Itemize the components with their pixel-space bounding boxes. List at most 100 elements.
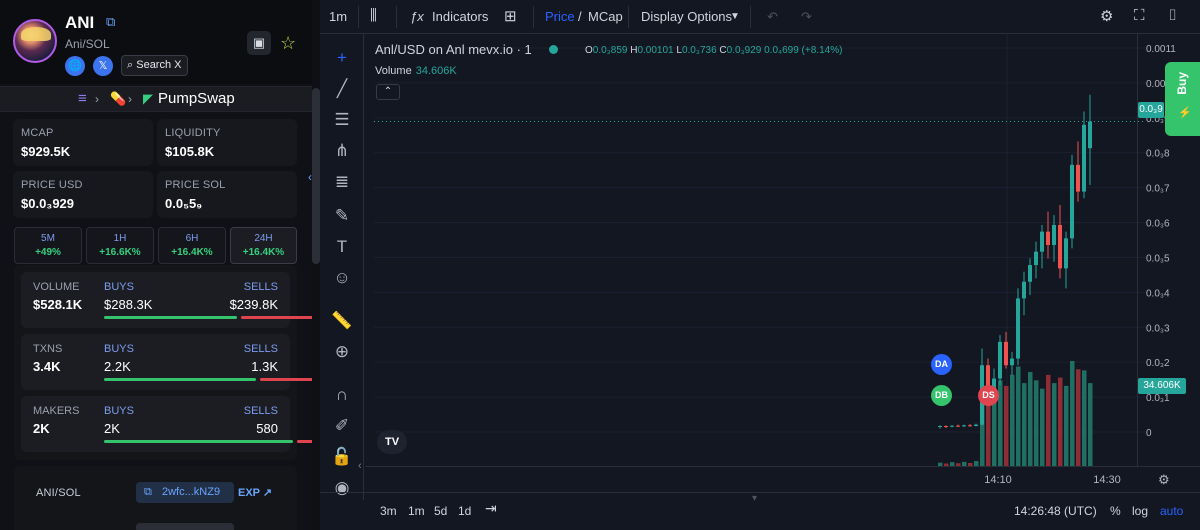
range-1m[interactable]: 1m — [408, 504, 425, 518]
tab-6h[interactable]: 6H +16.4K% — [158, 227, 226, 264]
candle-body — [1028, 265, 1032, 282]
token-name: ANI — [65, 13, 95, 32]
date-range-icon[interactable]: ⇥ — [485, 500, 497, 517]
volume-legend-label: Volume — [375, 65, 412, 77]
liquidity-label: LIQUIDITY — [165, 127, 221, 139]
makers-buys-label: BUYS — [104, 405, 134, 417]
price-toggle[interactable]: Price — [545, 9, 575, 24]
redo-icon[interactable]: ↷ — [801, 9, 812, 25]
brush-icon[interactable]: ✎ — [330, 204, 354, 228]
display-options-button[interactable]: Display Options — [641, 9, 732, 24]
buy-ratio-bar — [104, 440, 293, 443]
tab-5m[interactable]: 5M +49% — [14, 227, 82, 264]
buy-ratio-bar — [104, 316, 237, 319]
liquidity-value: $105.8K — [165, 144, 215, 159]
zoom-in-icon[interactable]: ⊕ — [330, 340, 354, 364]
lock-pencil-icon[interactable]: ✐ — [330, 414, 354, 438]
range-bar: 3m 1m 5d 1d ⇥ ▾ 14:26:48 (UTC) % log aut… — [320, 492, 1200, 530]
collapse-toolbar-icon[interactable]: ‹ — [358, 460, 362, 472]
percent-toggle[interactable]: % — [1110, 504, 1121, 518]
tab-change: +16.4K% — [171, 247, 213, 258]
settings-gear-icon[interactable]: ⚙ — [1100, 7, 1113, 25]
tab-label: 1H — [113, 233, 127, 244]
explorer-link[interactable]: EXP ↗ — [238, 486, 272, 499]
ruler-icon[interactable]: 📏 — [330, 309, 354, 333]
candle-body — [956, 425, 960, 427]
scroll-down-icon[interactable]: ▾ — [752, 493, 757, 504]
volume-label: VOLUME — [33, 281, 80, 293]
marker-da[interactable]: DA — [931, 354, 952, 375]
tab-24h[interactable]: 24H +16.4K% — [230, 227, 297, 264]
candle-type-icon[interactable]: ⫼ — [370, 7, 377, 24]
candle-body — [1076, 164, 1080, 192]
mcap-toggle[interactable]: MCap — [588, 9, 623, 24]
range-5d[interactable]: 5d — [434, 504, 447, 518]
range-1d[interactable]: 1d — [458, 504, 471, 518]
volume-bar — [1070, 361, 1075, 466]
magnet-icon[interactable]: ∩ — [330, 383, 354, 407]
makers-sells-value: 580 — [256, 421, 278, 436]
website-icon[interactable]: 🌐 — [65, 56, 85, 76]
utc-clock[interactable]: 14:26:48 (UTC) — [1014, 504, 1097, 518]
log-toggle[interactable]: log — [1132, 504, 1148, 518]
fib-retracement-icon[interactable]: ≣ — [330, 170, 354, 194]
copy-icon[interactable]: ⧉ — [106, 15, 120, 29]
chevron-down-icon[interactable]: ▼ — [730, 11, 740, 22]
auto-toggle[interactable]: auto — [1160, 504, 1183, 518]
undo-icon[interactable]: ↶ — [767, 9, 778, 25]
marker-ds[interactable]: DS — [978, 385, 999, 406]
camera-icon[interactable]: ⌷ — [1168, 7, 1177, 24]
y-tick-label: 0 — [1146, 428, 1152, 439]
volume-bar — [1010, 374, 1015, 466]
tab-change: +49% — [35, 247, 61, 258]
txns-buys-value: 2.2K — [104, 359, 131, 374]
volume-bar — [1064, 385, 1069, 466]
indicators-button[interactable]: Indicators — [432, 9, 488, 24]
makers-value: 2K — [33, 421, 50, 436]
crosshair-icon[interactable]: + — [330, 46, 354, 70]
time-axis-labels: 14:10 14:30 — [984, 474, 1121, 486]
collapse-panel-icon[interactable]: ‹ — [308, 170, 320, 190]
indicators-icon[interactable]: ƒx — [410, 9, 424, 24]
candle-body — [1004, 341, 1008, 366]
horizontal-lines-icon[interactable]: ☰ — [330, 108, 354, 132]
trend-line-icon[interactable]: ╱ — [330, 77, 354, 101]
token-info-panel: ANI ⧉ Ani/SOL 🌐 𝕏 ⌕ Search X ▣ ☆ ≡ › 💊 ›… — [0, 0, 312, 530]
lock-icon[interactable]: 🔓 — [330, 445, 354, 469]
makers-label: MAKERS — [33, 405, 80, 417]
candle-body — [950, 425, 954, 427]
volume-bar — [1040, 388, 1045, 466]
interval-button[interactable]: 1m — [329, 9, 347, 24]
tab-1h[interactable]: 1H +16.6K% — [86, 227, 154, 264]
y-tick-label: 0.0011 — [1146, 44, 1176, 55]
tab-change: +16.4K% — [242, 247, 285, 258]
star-icon[interactable]: ☆ — [280, 31, 296, 55]
sell-ratio-bar — [260, 378, 312, 381]
range-3m[interactable]: 3m — [380, 504, 397, 518]
collapse-legend-button[interactable]: ⌃ — [376, 84, 400, 100]
tradingview-logo[interactable]: TV — [377, 430, 407, 454]
text-tool-icon[interactable]: T — [330, 235, 354, 259]
fullscreen-icon[interactable]: ⛶ — [1134, 7, 1145, 24]
candlestick-plot[interactable] — [365, 34, 1155, 466]
emoji-icon[interactable]: ☺ — [330, 266, 354, 290]
divider — [533, 6, 534, 28]
buy-button[interactable]: Buy ⚡ — [1165, 62, 1200, 136]
layout-grid-icon[interactable]: ⊞ — [504, 7, 517, 25]
pair-address-button[interactable]: ⧉ 2wfc...kNZ9 — [136, 482, 234, 503]
y-tick-label: 0.0₃2 — [1146, 358, 1170, 369]
tab-label: 24H — [254, 233, 273, 244]
pitchfork-icon[interactable]: ⋔ — [330, 139, 354, 163]
breadcrumb-dex[interactable]: PumpSwap — [158, 87, 235, 111]
y-tick-label: 0.0₃6 — [1146, 219, 1170, 230]
volume-buys-label: BUYS — [104, 281, 134, 293]
chevron-right-icon: › — [128, 92, 132, 106]
calendar-add-icon[interactable]: ▣ — [247, 31, 271, 55]
search-x-button[interactable]: ⌕ Search X — [121, 55, 189, 76]
pair-address-button-2[interactable] — [136, 523, 234, 530]
ohlc-readout: O0.0₃859 H0.00101 L0.0₃736 C0.0₃929 0.0₄… — [585, 45, 842, 56]
price-sol-value: 0.0₅5₉ — [165, 196, 203, 211]
x-twitter-icon[interactable]: 𝕏 — [93, 56, 113, 76]
l-value: 0.0₃736 — [681, 45, 717, 56]
marker-db[interactable]: DB — [931, 385, 952, 406]
